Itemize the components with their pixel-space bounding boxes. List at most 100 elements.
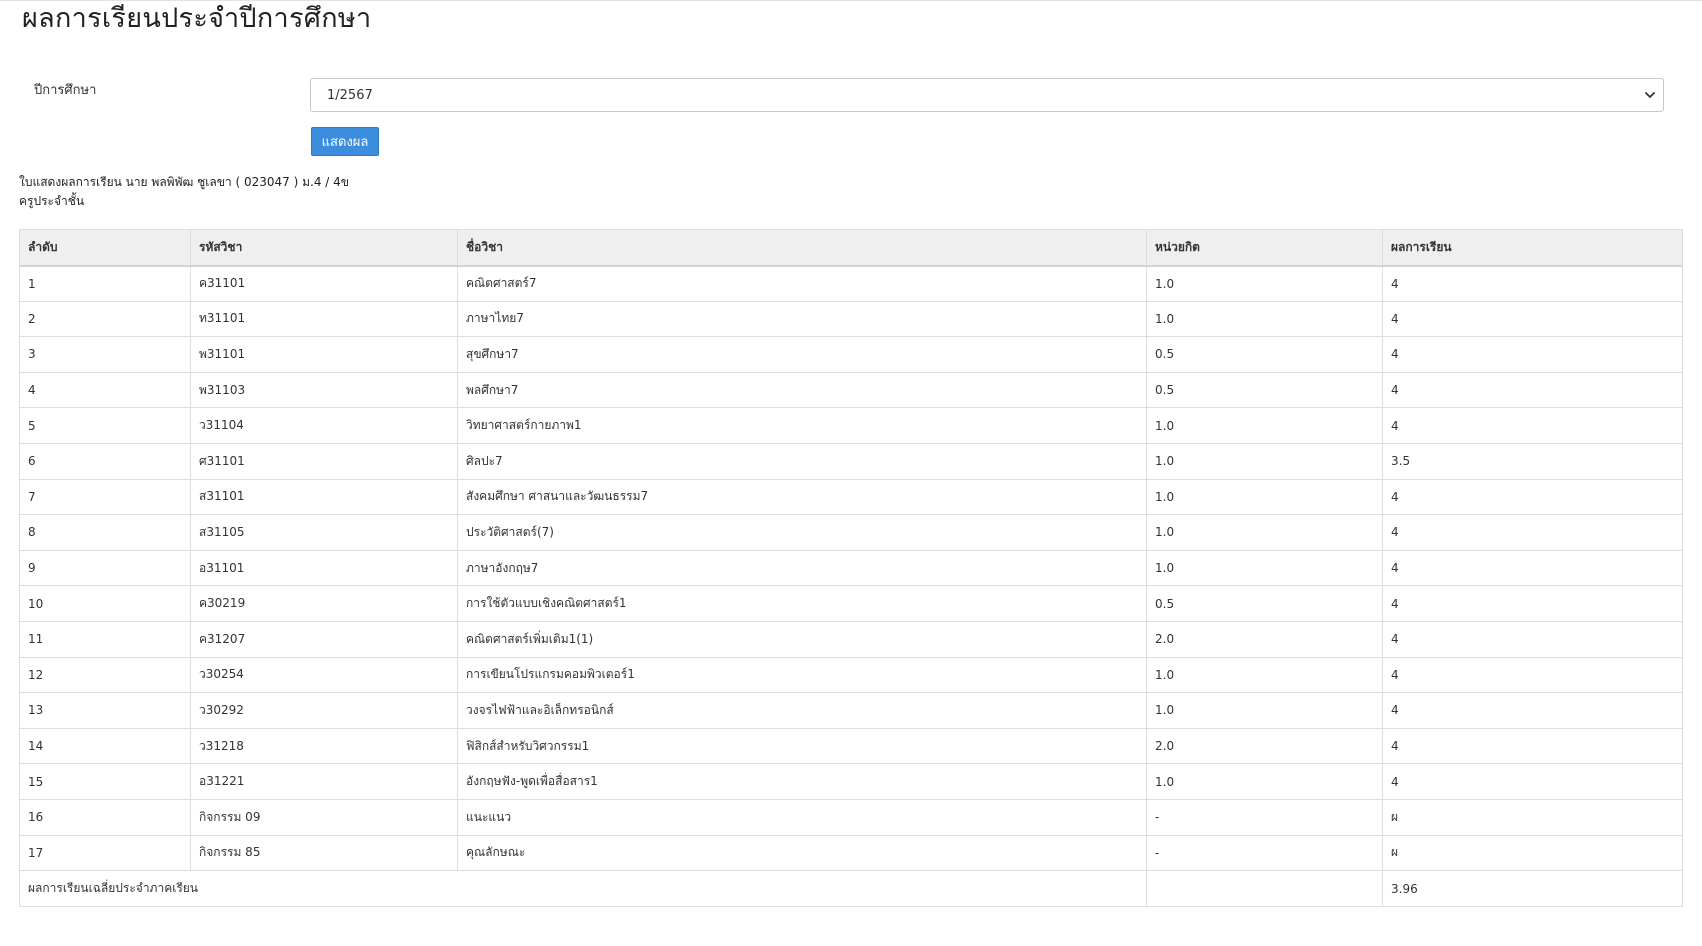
cell-credit: 1.0	[1146, 763, 1383, 800]
cell-grade: 4	[1382, 371, 1683, 409]
cell-order: 4	[19, 371, 191, 409]
cell-credit: 2.0	[1146, 727, 1383, 765]
cell-subject-code: ค31207	[190, 620, 458, 658]
cell-subject-name: คณิตศาสตร์7	[457, 265, 1147, 302]
cell-order: 2	[19, 300, 191, 338]
cell-order: 10	[19, 585, 191, 622]
cell-order: 11	[19, 620, 191, 658]
cell-subject-code: กิจกรรม 85	[190, 834, 458, 872]
cell-subject-code: อ31101	[190, 549, 458, 587]
cell-subject-code: กิจกรรม 09	[190, 798, 458, 836]
cell-subject-name: อังกฤษฟัง-พูดเพื่อสื่อสาร1	[457, 763, 1147, 800]
cell-credit: 1.0	[1146, 407, 1383, 444]
table-row: 16 กิจกรรม 09 แนะแนว - ผ	[19, 798, 1683, 836]
cell-subject-code: ว31218	[190, 727, 458, 765]
cell-order: 15	[19, 763, 191, 800]
academic-year-selected-value: 1/2567	[327, 88, 373, 103]
cell-subject-code: ว30254	[190, 656, 458, 694]
show-results-button[interactable]: แสดงผล	[311, 127, 379, 156]
header-order: ลำดับ	[19, 229, 191, 267]
table-row: 13 ว30292 วงจรไฟฟ้าและอิเล็กทรอนิกส์ 1.0 4	[19, 692, 1683, 729]
cell-subject-name: แนะแนว	[457, 798, 1147, 836]
page-title: ผลการเรียนประจำปีการศึกษา	[22, 3, 372, 34]
cell-subject-name: คุณลักษณะ	[457, 834, 1147, 872]
cell-order: 8	[19, 514, 191, 551]
cell-grade: 4	[1382, 514, 1683, 551]
cell-subject-name: ประวัติศาสตร์(7)	[457, 514, 1147, 551]
cell-credit: 1.0	[1146, 549, 1383, 587]
cell-subject-code: ค30219	[190, 585, 458, 622]
cell-subject-code: ว30292	[190, 692, 458, 729]
cell-grade: 4	[1382, 763, 1683, 800]
cell-grade: 4	[1382, 692, 1683, 729]
header-credit: หน่วยกิต	[1146, 229, 1383, 267]
cell-order: 13	[19, 692, 191, 729]
cell-subject-code: อ31221	[190, 763, 458, 800]
cell-credit: 2.0	[1146, 620, 1383, 658]
header-grade: ผลการเรียน	[1382, 229, 1683, 267]
cell-grade: 4	[1382, 656, 1683, 694]
table-row: 14 ว31218 ฟิสิกส์สำหรับวิศวกรรม1 2.0 4	[19, 727, 1683, 765]
cell-subject-name: วงจรไฟฟ้าและอิเล็กทรอนิกส์	[457, 692, 1147, 729]
cell-credit: 1.0	[1146, 692, 1383, 729]
cell-subject-code: พ31101	[190, 336, 458, 373]
academic-year-select[interactable]: 1/2567	[310, 78, 1664, 112]
cell-order: 7	[19, 478, 191, 516]
cell-credit: 0.5	[1146, 585, 1383, 622]
cell-grade: 3.5	[1382, 442, 1683, 480]
cell-credit: 1.0	[1146, 478, 1383, 516]
cell-grade: 4	[1382, 549, 1683, 587]
gpa-credit-cell	[1146, 870, 1383, 908]
cell-order: 1	[19, 265, 191, 302]
header-subject-name: ชื่อวิชา	[457, 229, 1147, 267]
cell-subject-name: คณิตศาสตร์เพิ่มเติม1(1)	[457, 620, 1147, 658]
cell-grade: 4	[1382, 336, 1683, 373]
cell-grade: 4	[1382, 478, 1683, 516]
cell-subject-name: วิทยาศาสตร์กายภาพ1	[457, 407, 1147, 444]
cell-grade: 4	[1382, 300, 1683, 338]
cell-subject-code: ค31101	[190, 265, 458, 302]
table-row: 2 ท31101 ภาษาไทย7 1.0 4	[19, 300, 1683, 338]
cell-order: 17	[19, 834, 191, 872]
gpa-value: 3.96	[1382, 870, 1683, 908]
cell-grade: 4	[1382, 407, 1683, 444]
grades-table: ลำดับ รหัสวิชา ชื่อวิชา หน่วยกิต ผลการเร…	[19, 229, 1683, 908]
table-row: 17 กิจกรรม 85 คุณลักษณะ - ผ	[19, 834, 1683, 872]
table-row: 9 อ31101 ภาษาอังกฤษ7 1.0 4	[19, 549, 1683, 587]
cell-subject-name: สังคมศึกษา ศาสนาและวัฒนธรรม7	[457, 478, 1147, 516]
cell-credit: -	[1146, 798, 1383, 836]
table-row: 15 อ31221 อังกฤษฟัง-พูดเพื่อสื่อสาร1 1.0 4	[19, 763, 1683, 800]
cell-subject-code: พ31103	[190, 371, 458, 409]
cell-credit: 1.0	[1146, 656, 1383, 694]
table-row: 1 ค31101 คณิตศาสตร์7 1.0 4	[19, 265, 1683, 302]
student-info-line: ใบแสดงผลการเรียน นาย พลพิพัฒ ชูเลขา ( 02…	[19, 175, 349, 189]
cell-grade: ผ	[1382, 834, 1683, 872]
cell-subject-name: การใช้ตัวแบบเชิงคณิตศาสตร์1	[457, 585, 1147, 622]
cell-grade: 4	[1382, 585, 1683, 622]
table-row: 12 ว30254 การเขียนโปรแกรมคอมพิวเตอร์1 1.0 4	[19, 656, 1683, 694]
cell-subject-code: ส31101	[190, 478, 458, 516]
grades-table-body: 1 ค31101 คณิตศาสตร์7 1.0 4 2 ท31101 ภาษาไทย7 1.0…	[19, 265, 1683, 872]
table-row: 4 พ31103 พลศึกษา7 0.5 4	[19, 371, 1683, 409]
cell-grade: 4	[1382, 265, 1683, 302]
cell-subject-code: ว31104	[190, 407, 458, 444]
cell-credit: 1.0	[1146, 300, 1383, 338]
table-row: 6 ศ31101 ศิลปะ7 1.0 3.5	[19, 442, 1683, 480]
cell-order: 3	[19, 336, 191, 373]
header-subject-code: รหัสวิชา	[190, 229, 458, 267]
cell-credit: 1.0	[1146, 265, 1383, 302]
cell-grade: ผ	[1382, 798, 1683, 836]
cell-subject-name: สุขศึกษา7	[457, 336, 1147, 373]
cell-subject-name: ฟิสิกส์สำหรับวิศวกรรม1	[457, 727, 1147, 765]
chevron-down-icon	[1645, 92, 1655, 98]
cell-credit: 1.0	[1146, 514, 1383, 551]
cell-order: 12	[19, 656, 191, 694]
table-row: 3 พ31101 สุขศึกษา7 0.5 4	[19, 336, 1683, 373]
cell-credit: 0.5	[1146, 336, 1383, 373]
table-row: 8 ส31105 ประวัติศาสตร์(7) 1.0 4	[19, 514, 1683, 551]
table-row: 5 ว31104 วิทยาศาสตร์กายภาพ1 1.0 4	[19, 407, 1683, 444]
cell-grade: 4	[1382, 620, 1683, 658]
cell-subject-name: พลศึกษา7	[457, 371, 1147, 409]
gpa-label: ผลการเรียนเฉลี่ยประจำภาคเรียน	[19, 870, 1147, 908]
table-row: 7 ส31101 สังคมศึกษา ศาสนาและวัฒนธรรม7 1.0 4	[19, 478, 1683, 516]
